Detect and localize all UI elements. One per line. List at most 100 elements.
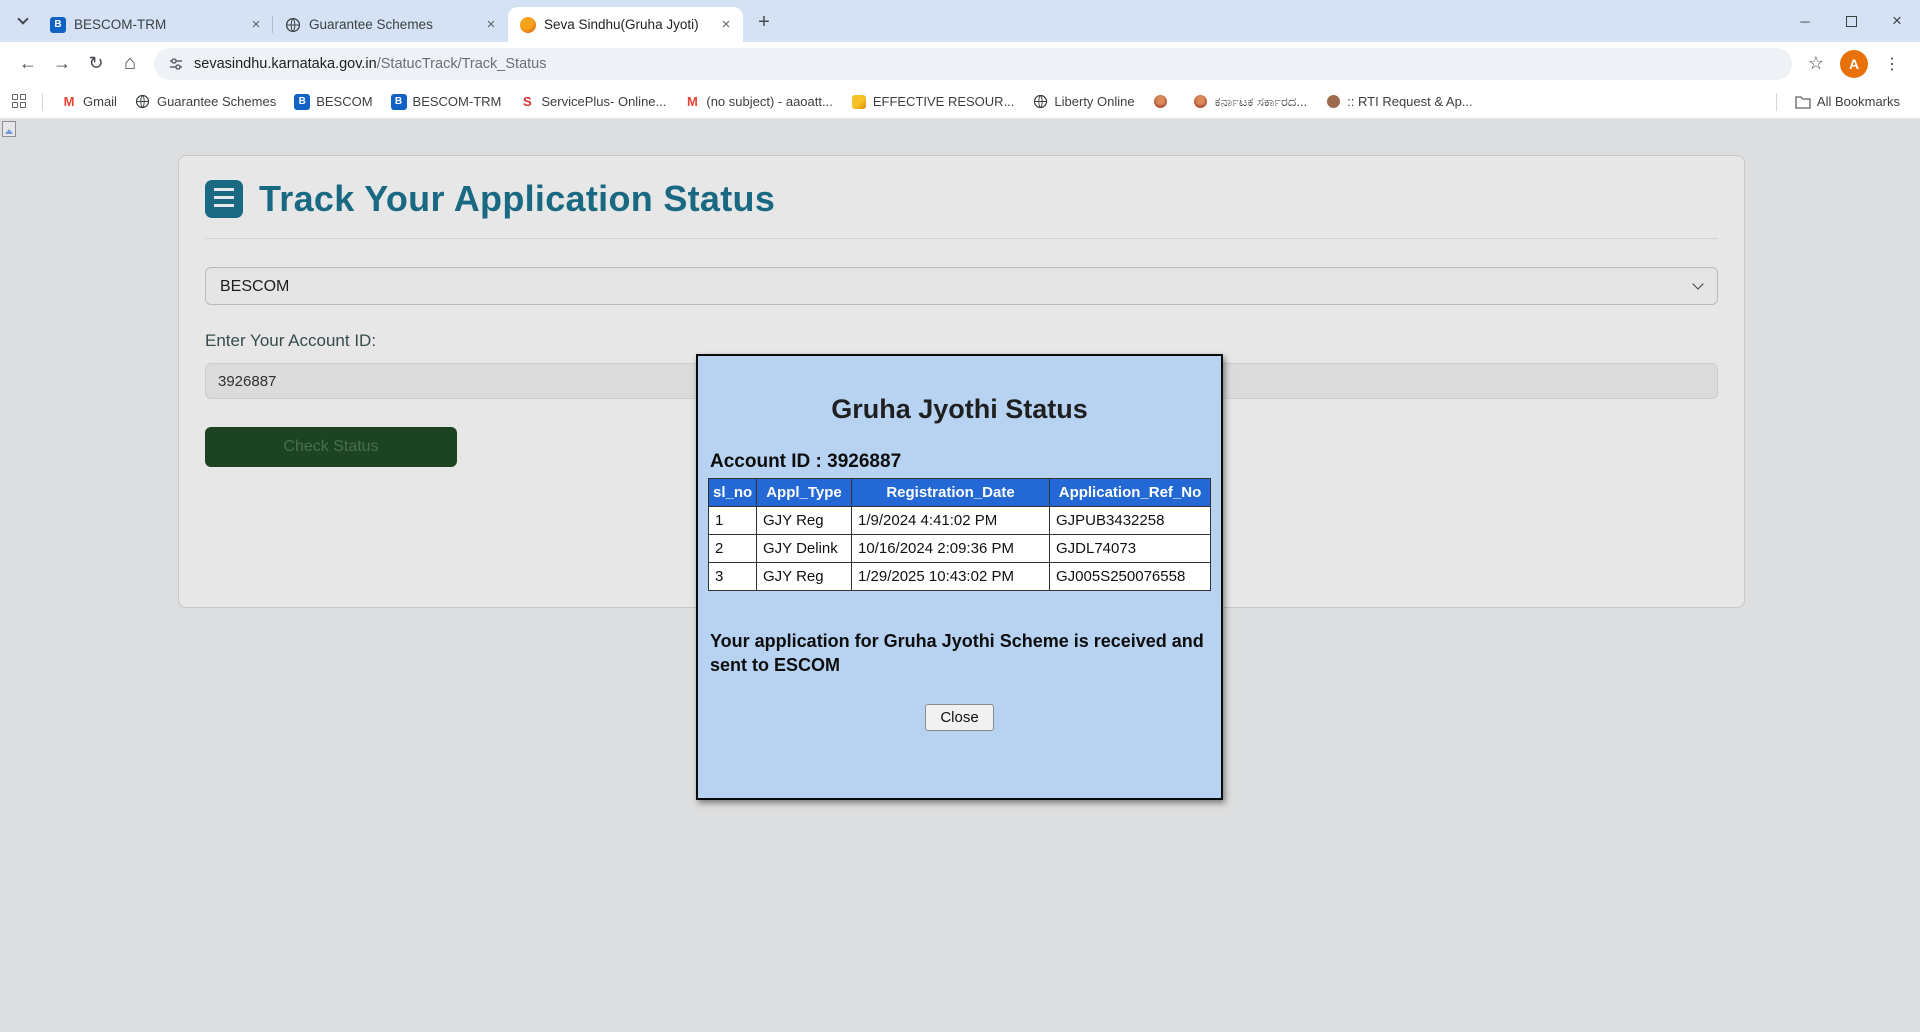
table-header-row: sl_no Appl_Type Registration_Date Applic…	[708, 478, 1211, 507]
tab-guarantee-schemes[interactable]: Guarantee Schemes ×	[273, 7, 508, 42]
col-application-ref-no: Application_Ref_No	[1049, 478, 1211, 507]
address-bar[interactable]: sevasindhu.karnataka.gov.in/StatucTrack/…	[154, 47, 1792, 80]
col-sl-no: sl_no	[708, 478, 757, 507]
bookmark-label: ಕರ್ನಾಟಕ ಸರ್ಕಾರದ...	[1214, 93, 1308, 109]
col-appl-type: Appl_Type	[756, 478, 852, 507]
table-cell: 10/16/2024 2:09:36 PM	[851, 534, 1050, 563]
col-registration-date: Registration_Date	[851, 478, 1050, 507]
table-cell: GJY Reg	[756, 506, 852, 535]
maximize-icon	[1845, 15, 1857, 27]
status-table: sl_no Appl_Type Registration_Date Applic…	[708, 478, 1211, 591]
tab-close-icon[interactable]: ×	[717, 16, 735, 34]
tab-search-button[interactable]	[10, 8, 36, 34]
url-domain: sevasindhu.karnataka.gov.in	[194, 55, 377, 72]
divider	[1775, 92, 1777, 111]
browser-toolbar: ← → ↻ ⌂ sevasindhu.karnataka.gov.in/Stat…	[0, 42, 1920, 85]
tab-title: BESCOM-TRM	[74, 17, 167, 32]
bescom-icon: B	[294, 93, 311, 110]
page-content: Track Your Application Status BESCOM Ent…	[0, 119, 1920, 1032]
tab-title: Guarantee Schemes	[309, 17, 433, 32]
url-text: sevasindhu.karnataka.gov.in/StatucTrack/…	[194, 56, 546, 72]
window-controls: ─ ×	[1782, 0, 1920, 42]
bookmark-rti-request[interactable]: :: RTI Request & Ap...	[1317, 90, 1481, 114]
table-row: 3 GJY Reg 1/29/2025 10:43:02 PM GJ005S25…	[708, 562, 1211, 591]
forward-button[interactable]: →	[46, 48, 78, 80]
bookmark-label: Gmail	[83, 94, 117, 109]
table-cell: 2	[708, 534, 757, 563]
bookmark-bescom[interactable]: B BESCOM	[286, 90, 380, 114]
bookmark-effective-resources[interactable]: EFFECTIVE RESOUR...	[843, 90, 1023, 114]
table-cell: 3	[708, 562, 757, 591]
bookmark-label: (no subject) - aaoatt...	[706, 94, 833, 109]
table-cell: 1	[708, 506, 757, 535]
bookmark-no-subject[interactable]: M (no subject) - aaoatt...	[676, 90, 840, 114]
globe-favicon	[285, 17, 301, 33]
all-bookmarks-label: All Bookmarks	[1816, 94, 1900, 109]
globe-icon	[135, 94, 151, 110]
table-row: 2 GJY Delink 10/16/2024 2:09:36 PM GJDL7…	[708, 534, 1211, 563]
close-window-button[interactable]: ×	[1874, 0, 1920, 42]
gmail-icon: M	[686, 94, 698, 109]
reload-button[interactable]: ↻	[80, 48, 112, 80]
folder-icon	[1795, 94, 1811, 110]
back-button[interactable]: ←	[12, 48, 44, 80]
tab-seva-sindhu[interactable]: Seva Sindhu(Gruha Jyoti) ×	[508, 7, 743, 42]
divider	[42, 92, 43, 111]
bookmark-star-icon[interactable]: ☆	[1800, 48, 1832, 80]
rti-icon	[1325, 94, 1341, 110]
bookmark-label: BESCOM-TRM	[412, 94, 502, 109]
browser-window: B BESCOM-TRM × Guarantee Schemes × Seva …	[0, 0, 1920, 1032]
bookmark-serviceplus[interactable]: S ServicePlus- Online...	[511, 90, 674, 114]
url-path: /StatucTrack/Track_Status	[376, 55, 547, 72]
bookmark-karnataka-sarkara[interactable]: ಕರ್ನಾಟಕ ಸರ್ಕಾರದ...	[1185, 90, 1316, 114]
home-button[interactable]: ⌂	[114, 48, 146, 80]
status-message: Your application for Gruha Jyothi Scheme…	[710, 631, 1204, 676]
bookmark-guarantee-schemes[interactable]: Guarantee Schemes	[127, 90, 284, 114]
table-cell: GJY Reg	[756, 562, 852, 591]
chevron-down-icon	[17, 13, 29, 25]
karnataka-emblem-icon	[1153, 94, 1169, 110]
tab-close-icon[interactable]: ×	[247, 16, 265, 34]
tab-close-icon[interactable]: ×	[482, 16, 500, 34]
seva-sindhu-favicon	[520, 16, 536, 33]
bookmark-label: Guarantee Schemes	[156, 94, 277, 109]
bookmark-label: EFFECTIVE RESOUR...	[872, 94, 1015, 109]
browser-menu-button[interactable]: ⋮	[1876, 48, 1908, 80]
tab-title: Seva Sindhu(Gruha Jyoti)	[544, 17, 699, 32]
bookmark-karnataka-emblem[interactable]	[1145, 90, 1183, 114]
bookmark-label: :: RTI Request & Ap...	[1347, 94, 1473, 109]
bookmark-label: ServicePlus- Online...	[541, 94, 667, 109]
table-cell: GJPUB3432258	[1049, 506, 1211, 535]
table-cell: GJY Delink	[756, 534, 852, 563]
table-cell: 1/29/2025 10:43:02 PM	[851, 562, 1050, 591]
gmail-icon: M	[63, 94, 75, 109]
new-tab-button[interactable]: +	[749, 7, 779, 37]
karnataka-emblem-icon	[1193, 94, 1209, 110]
serviceplus-icon: S	[523, 94, 532, 109]
bookmark-gmail[interactable]: M Gmail	[53, 90, 125, 114]
modal-title: Gruha Jyothi Status	[831, 394, 1088, 424]
tune-icon[interactable]	[168, 56, 184, 72]
table-cell: GJ005S250076558	[1049, 562, 1211, 591]
effective-resources-icon	[851, 94, 867, 110]
bescom-favicon: B	[50, 16, 66, 33]
table-row: 1 GJY Reg 1/9/2024 4:41:02 PM GJPUB34322…	[708, 506, 1211, 535]
bookmark-liberty-online[interactable]: Liberty Online	[1024, 90, 1142, 114]
tab-bescom-trm[interactable]: B BESCOM-TRM ×	[38, 7, 273, 42]
tab-strip: B BESCOM-TRM × Guarantee Schemes × Seva …	[0, 0, 1920, 42]
bookmark-bescom-trm[interactable]: B BESCOM-TRM	[383, 90, 510, 114]
bookmark-label: BESCOM	[316, 94, 373, 109]
all-bookmarks-button[interactable]: All Bookmarks	[1787, 90, 1908, 114]
apps-grid-icon[interactable]	[12, 93, 28, 110]
gruha-jyothi-status-modal: Gruha Jyothi Status Account ID : 3926887…	[696, 354, 1223, 800]
close-button[interactable]: Close	[925, 703, 994, 731]
globe-icon	[1032, 94, 1048, 110]
bookmarks-bar: M Gmail Guarantee Schemes B BESCOM B BES…	[0, 85, 1920, 119]
bookmark-label: Liberty Online	[1054, 94, 1135, 109]
table-cell: 1/9/2024 4:41:02 PM	[851, 506, 1050, 535]
profile-avatar[interactable]: A	[1840, 49, 1868, 78]
maximize-button[interactable]	[1828, 0, 1874, 42]
account-id-line: Account ID : 3926887	[710, 451, 902, 472]
minimize-button[interactable]: ─	[1782, 0, 1828, 42]
bescom-icon: B	[390, 93, 407, 110]
